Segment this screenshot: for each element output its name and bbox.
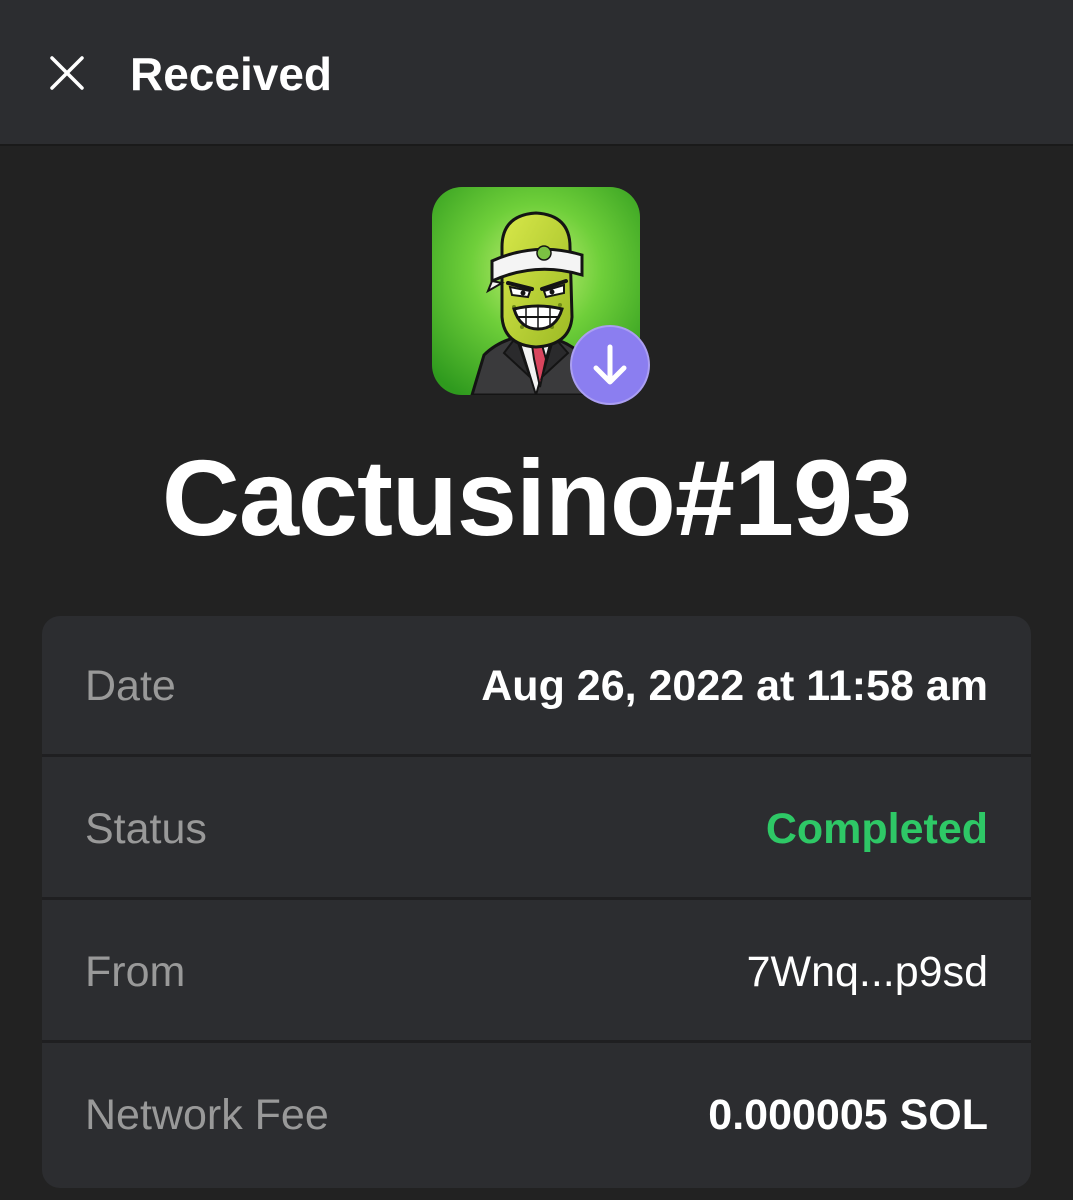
network-fee-label: Network Fee <box>85 1091 329 1139</box>
date-label: Date <box>85 662 176 710</box>
detail-row-from[interactable]: From 7Wnq...p9sd <box>42 902 1031 1043</box>
detail-row-status: Status Completed <box>42 759 1031 900</box>
detail-row-network-fee: Network Fee 0.000005 SOL <box>42 1045 1031 1186</box>
network-fee-value: 0.000005 SOL <box>708 1091 988 1139</box>
nft-name: Cactusino#193 <box>161 437 912 558</box>
page-title: Received <box>130 48 333 100</box>
nft-thumbnail <box>432 187 652 407</box>
detail-row-date: Date Aug 26, 2022 at 11:58 am <box>42 616 1031 757</box>
top-bar: Received <box>0 0 1073 146</box>
close-icon[interactable] <box>44 50 90 96</box>
receive-badge <box>570 325 650 405</box>
status-value: Completed <box>765 805 988 853</box>
from-address[interactable]: 7Wnq...p9sd <box>747 902 988 1043</box>
date-value: Aug 26, 2022 at 11:58 am <box>481 662 988 710</box>
arrow-down-icon <box>593 344 627 385</box>
transaction-details: Date Aug 26, 2022 at 11:58 am Status Com… <box>42 616 1031 1188</box>
status-label: Status <box>85 805 207 853</box>
close-button[interactable] <box>44 50 90 96</box>
from-label: From <box>85 948 186 996</box>
